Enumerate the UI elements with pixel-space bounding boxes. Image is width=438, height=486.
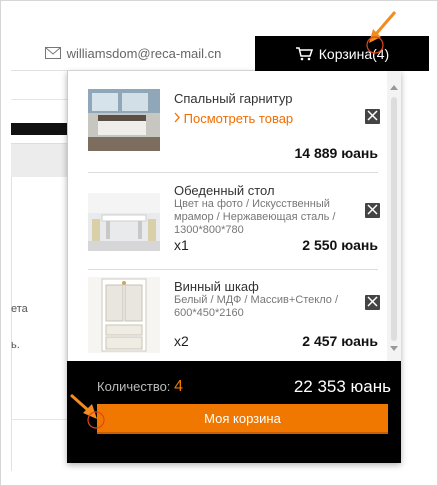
bg-toolbar-band <box>11 143 67 177</box>
cart-dropdown: Спальный гарнитур Посмотреть товар 14 88… <box>67 71 401 463</box>
scroll-down-arrow-icon[interactable] <box>390 346 398 351</box>
remove-item-button[interactable] <box>365 295 380 310</box>
page-frame: ета ь. williamsdom@reca-mail.cn Корзина(… <box>0 0 438 486</box>
bg-nav-band <box>11 123 67 135</box>
item-price: 2 550 юань <box>302 237 378 253</box>
remove-item-button[interactable] <box>365 109 380 124</box>
envelope-icon <box>44 47 61 59</box>
scroll-thumb[interactable] <box>391 97 397 341</box>
cart-count: Количество: 4 <box>97 378 183 396</box>
bg-divider <box>11 99 67 100</box>
cart-item: Спальный гарнитур Посмотреть товар 14 88… <box>88 87 380 171</box>
product-options: Цвет на фото / Искусственный мрамор / Не… <box>174 198 336 236</box>
remove-item-button[interactable] <box>365 203 380 218</box>
view-product-label: Посмотреть товар <box>183 111 294 126</box>
product-name[interactable]: Винный шкаф <box>174 279 259 294</box>
cart-item-list: Спальный гарнитур Посмотреть товар 14 88… <box>67 71 401 361</box>
cart-count-value: 4 <box>174 378 183 395</box>
cart-tab[interactable]: Корзина(4) <box>255 36 429 71</box>
item-divider <box>88 172 378 173</box>
item-quantity: x1 <box>174 237 189 253</box>
product-name[interactable]: Обеденный стол <box>174 183 275 198</box>
bg-content-panel <box>11 177 67 471</box>
view-product-link[interactable]: Посмотреть товар <box>174 111 293 126</box>
close-icon <box>367 202 378 220</box>
cart-item: Винный шкаф Белый / МДФ / Массив+Стекло … <box>88 277 380 361</box>
my-cart-button[interactable]: Моя корзина <box>97 404 388 434</box>
chevron-right-icon <box>174 111 184 126</box>
product-options: Белый / МДФ / Массив+Стекло / 600*450*21… <box>174 294 339 319</box>
product-thumbnail[interactable] <box>88 193 160 251</box>
item-price: 2 457 юань <box>302 333 378 349</box>
account-email-link[interactable]: williamsdom@reca-mail.cn <box>11 36 255 71</box>
bg-text-fragment: ь. <box>11 339 20 351</box>
scroll-up-arrow-icon[interactable] <box>390 85 398 90</box>
product-name[interactable]: Спальный гарнитур <box>174 91 292 106</box>
close-icon <box>367 294 378 312</box>
bg-divider <box>11 419 67 420</box>
cart-total: 22 353 юань <box>293 377 391 396</box>
product-thumbnail[interactable] <box>88 89 160 151</box>
product-thumbnail[interactable] <box>88 277 160 353</box>
close-icon <box>367 108 378 126</box>
cart-count-label: Количество: <box>97 379 171 394</box>
item-quantity: x2 <box>174 333 189 349</box>
item-price: 14 889 юань <box>294 145 378 161</box>
cart-icon <box>295 46 313 61</box>
scrollbar[interactable] <box>387 71 401 361</box>
bg-text-fragment: ета <box>11 303 28 315</box>
cart-item: Обеденный стол Цвет на фото / Искусствен… <box>88 181 380 271</box>
item-divider <box>88 269 378 270</box>
cart-tab-label: Корзина(4) <box>318 45 390 62</box>
account-email: williamsdom@reca-mail.cn <box>66 45 222 61</box>
